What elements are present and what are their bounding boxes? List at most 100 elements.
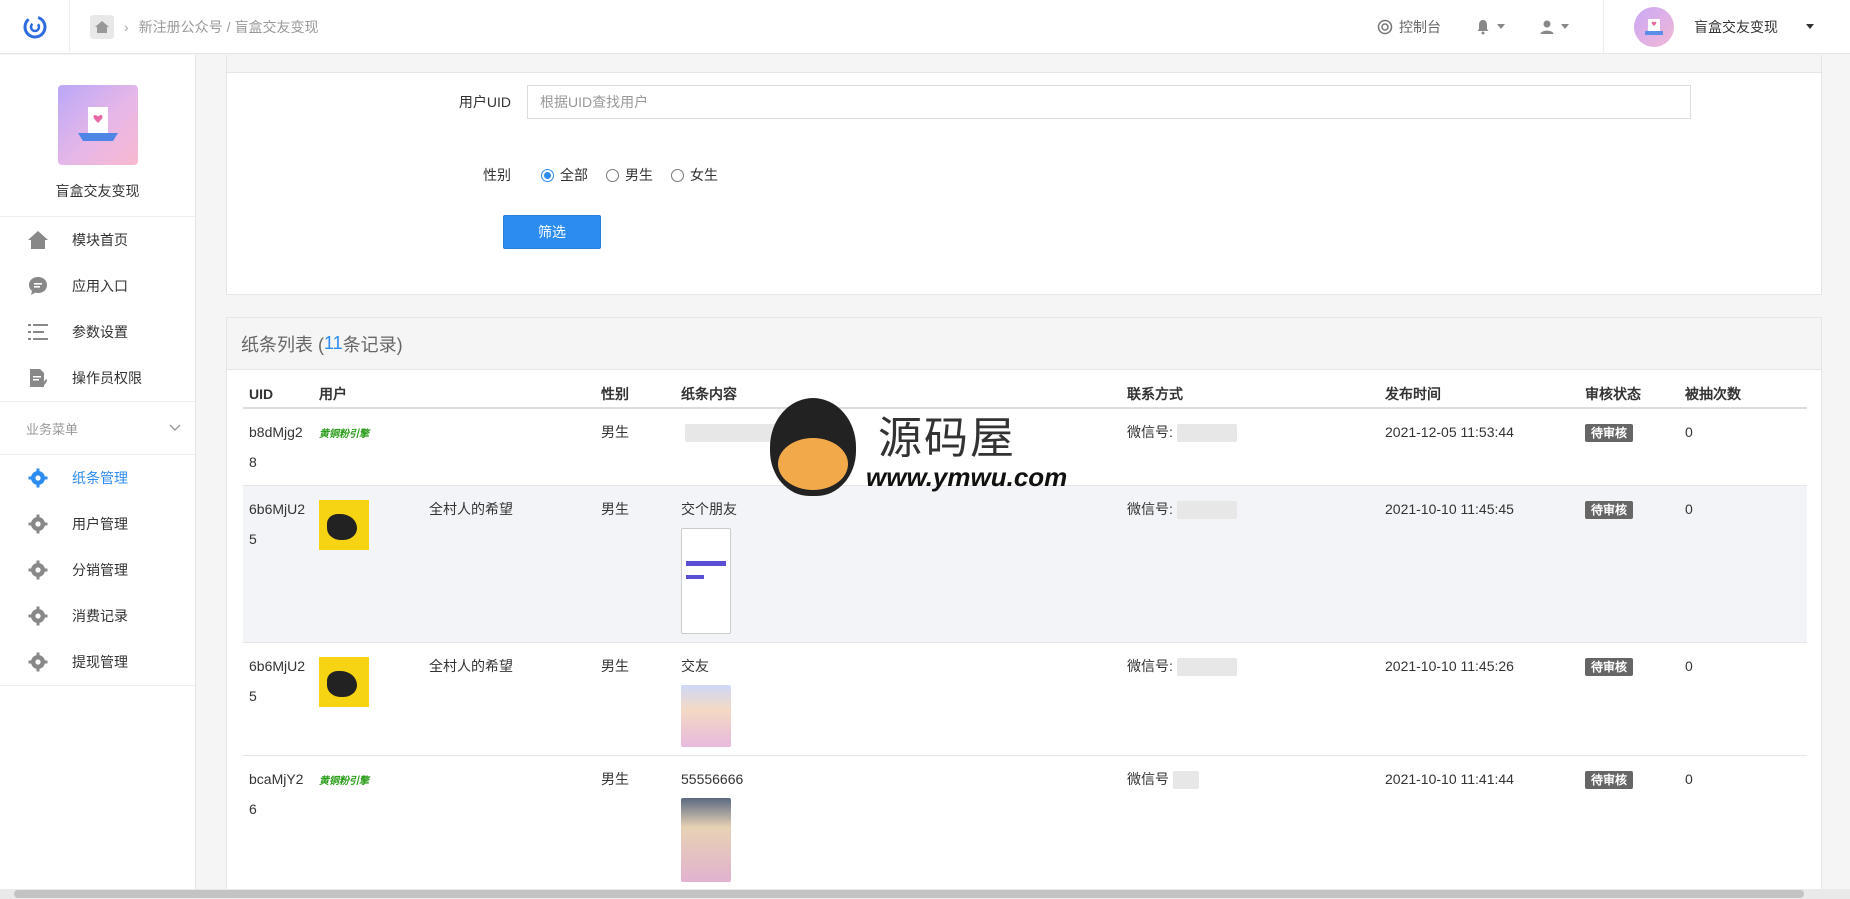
content-image-thumbnail[interactable] xyxy=(681,528,731,634)
logo-icon xyxy=(23,15,46,38)
row-time: 2021-12-05 11:53:44 xyxy=(1379,408,1579,486)
filter-actions: 筛选 xyxy=(503,215,601,249)
contact-label: 微信号 xyxy=(1127,771,1169,787)
sidebar-item-app-entry[interactable]: 应用入口 xyxy=(0,263,195,309)
sidebar-item-notes[interactable]: 纸条管理 xyxy=(0,455,195,501)
gear-icon xyxy=(26,558,50,582)
home-icon xyxy=(26,228,50,252)
list-title-suffix: 条记录) xyxy=(342,334,403,355)
sidebar-item-distribution[interactable]: 分销管理 xyxy=(0,547,195,593)
row-time: 2021-10-10 11:45:45 xyxy=(1379,485,1579,643)
row-uid: bcaMjY26 xyxy=(243,755,313,889)
row-draws: 0 xyxy=(1679,408,1807,486)
user-avatar[interactable] xyxy=(319,500,369,550)
notes-table: UID 用户 性别 纸条内容 联系方式 发布时间 审核状态 被抽次数 b8dMj… xyxy=(243,380,1807,889)
sidebar-item-consumption[interactable]: 消费记录 xyxy=(0,593,195,639)
table-row[interactable]: 6b6MjU25 全村人的希望 男生 交个朋友 微信号: 2021-10-10 … xyxy=(243,485,1807,643)
col-draws: 被抽次数 xyxy=(1679,380,1807,409)
redacted-contact xyxy=(1176,424,1237,443)
user-menu-button[interactable] xyxy=(1539,19,1569,35)
row-status: 待审核 xyxy=(1579,755,1679,889)
gender-filter-row: 性别 全部 男生 女生 xyxy=(227,165,736,185)
chevron-down-icon xyxy=(1561,24,1569,29)
account-menu[interactable]: 盲盒交友变现 xyxy=(1603,0,1850,54)
row-contact: 微信号: xyxy=(1121,642,1379,756)
sidebar-item-module-home[interactable]: 模块首页 xyxy=(0,217,195,263)
horizontal-scrollbar[interactable] xyxy=(0,889,1850,899)
table-row[interactable]: b8dMjg28 黄铜粉引擎 男生 微信号: 2021-12-05 11:53:… xyxy=(243,408,1807,486)
contact-label: 微信号: xyxy=(1127,501,1173,517)
row-gender: 男生 xyxy=(595,755,675,889)
uid-search-input[interactable] xyxy=(527,85,1691,119)
filter-submit-button[interactable]: 筛选 xyxy=(503,215,601,249)
scrollbar-thumb[interactable] xyxy=(14,890,1804,898)
gear-icon xyxy=(26,512,50,536)
list-icon xyxy=(26,320,50,344)
col-content: 纸条内容 xyxy=(675,380,1121,409)
col-user: 用户 xyxy=(313,380,595,409)
sidebar-item-label: 操作员权限 xyxy=(72,370,142,386)
col-contact: 联系方式 xyxy=(1121,380,1379,409)
content-image-thumbnail[interactable] xyxy=(681,685,731,747)
radio-button[interactable] xyxy=(606,168,619,182)
row-time: 2021-10-10 11:41:44 xyxy=(1379,755,1579,889)
radio-button[interactable] xyxy=(671,168,684,182)
avatar xyxy=(1634,6,1674,47)
content-image-thumbnail[interactable] xyxy=(681,798,731,882)
sidebar-item-label: 模块首页 xyxy=(72,232,128,248)
gender-radio-female[interactable]: 女生 xyxy=(671,165,718,185)
row-uid: 6b6MjU25 xyxy=(243,642,313,756)
row-time: 2021-10-10 11:45:26 xyxy=(1379,642,1579,756)
breadcrumb-parent[interactable]: 新注册公众号 xyxy=(139,17,223,37)
bell-icon xyxy=(1477,19,1489,34)
status-badge[interactable]: 待审核 xyxy=(1585,771,1634,789)
sidebar-item-label: 用户管理 xyxy=(72,516,128,532)
col-status: 审核状态 xyxy=(1579,380,1679,409)
radio-button-checked[interactable] xyxy=(541,168,554,182)
console-link[interactable]: 控制台 xyxy=(1377,17,1441,37)
sidebar-group-business[interactable]: 业务菜单 xyxy=(0,401,195,455)
filter-panel-header xyxy=(227,55,1821,73)
status-badge[interactable]: 待审核 xyxy=(1585,501,1634,519)
gender-radio-group: 全部 男生 女生 xyxy=(541,165,736,185)
notifications-button[interactable] xyxy=(1475,19,1505,35)
sidebar-item-label: 应用入口 xyxy=(72,278,128,294)
table-row[interactable]: bcaMjY26 黄铜粉引擎 男生 55556666 微信号 2021-10-1… xyxy=(243,755,1807,889)
col-gender: 性别 xyxy=(595,380,675,409)
main-content: 用户UID 性别 全部 男生 女生 筛选 xyxy=(196,55,1850,889)
content-text: 交个朋友 xyxy=(681,501,737,517)
content-text: 55556666 xyxy=(681,771,744,787)
contact-label: 微信号: xyxy=(1127,424,1173,440)
home-icon[interactable] xyxy=(90,14,114,39)
user-avatar[interactable] xyxy=(319,657,369,707)
row-user: 全村人的希望 xyxy=(313,642,595,756)
gender-radio-all[interactable]: 全部 xyxy=(541,165,588,185)
radio-label: 男生 xyxy=(625,167,653,183)
sidebar-brand: 盲盒交友变现 xyxy=(0,55,195,217)
sidebar-item-label: 分销管理 xyxy=(72,562,128,578)
uid-label: 用户UID xyxy=(458,94,511,110)
gender-radio-male[interactable]: 男生 xyxy=(606,165,653,185)
target-icon xyxy=(1377,19,1393,34)
edit-doc-icon xyxy=(26,366,50,390)
status-badge[interactable]: 待审核 xyxy=(1585,658,1634,676)
table-row[interactable]: 6b6MjU25 全村人的希望 男生 交友 微信号: 2021-10-10 11… xyxy=(243,642,1807,756)
sidebar-item-label: 消费记录 xyxy=(72,608,128,624)
app-logo[interactable] xyxy=(0,0,70,54)
sidebar-item-users[interactable]: 用户管理 xyxy=(0,501,195,547)
sidebar-item-settings[interactable]: 参数设置 xyxy=(0,309,195,355)
sidebar-item-label: 纸条管理 xyxy=(72,470,128,486)
row-uid: 6b6MjU25 xyxy=(243,485,313,643)
row-content: 55556666 xyxy=(675,755,1121,889)
status-badge[interactable]: 待审核 xyxy=(1585,424,1634,442)
sidebar-item-withdraw[interactable]: 提现管理 xyxy=(0,639,195,685)
row-contact: 微信号 xyxy=(1121,755,1379,889)
row-status: 待审核 xyxy=(1579,485,1679,643)
sidebar-item-operator-permissions[interactable]: 操作员权限 xyxy=(0,355,195,401)
row-gender: 男生 xyxy=(595,642,675,756)
chevron-down-icon xyxy=(1806,24,1814,29)
brand-logo xyxy=(57,85,138,165)
row-gender: 男生 xyxy=(595,408,675,486)
uid-filter-row: 用户UID xyxy=(227,85,1691,119)
row-draws: 0 xyxy=(1679,642,1807,756)
